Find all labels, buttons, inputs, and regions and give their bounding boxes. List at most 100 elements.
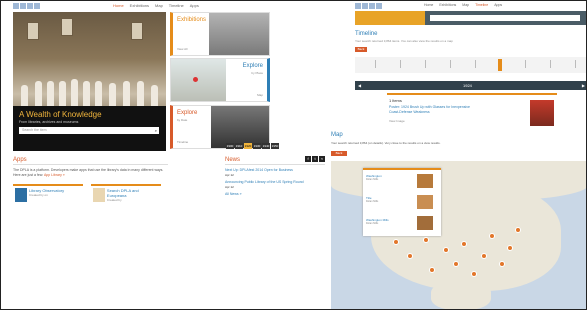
tile-exhibitions[interactable]: Exhibitions View All [170, 12, 270, 56]
logo-block [369, 3, 375, 9]
timeline-title: Timeline [355, 31, 378, 37]
map-cluster-marker[interactable] [515, 227, 521, 233]
event-link[interactable]: Poster: 1924 Brush Up with Glasses for I… [389, 105, 479, 114]
map-cluster-marker[interactable] [443, 247, 449, 253]
nav-exhibitions[interactable]: Exhibitions [130, 3, 149, 8]
app-thumb [93, 188, 105, 202]
decade-button[interactable]: 1900 [226, 143, 234, 149]
tile-more[interactable]: View All [177, 47, 187, 51]
nav-apps[interactable]: Apps [190, 3, 199, 8]
search-placeholder: Search the item [22, 128, 47, 132]
nav-home[interactable]: Home [424, 3, 433, 7]
nav-map[interactable]: Map [462, 3, 469, 7]
decade-button[interactable]: 1950 [271, 143, 279, 149]
news-text: Announcing Public Library of the US Spri… [225, 180, 304, 184]
news-date: Apr 12 [225, 172, 234, 177]
event-thumbnail[interactable] [530, 100, 554, 126]
timeline-selection[interactable] [498, 59, 502, 71]
event-meta[interactable]: View Image [389, 119, 405, 123]
map-cluster-marker[interactable] [453, 261, 459, 267]
map-cluster-marker[interactable] [429, 267, 435, 273]
chevron-left-icon[interactable]: ◀ [358, 83, 361, 88]
map-cluster-marker[interactable] [423, 237, 429, 243]
map-cluster-marker[interactable] [407, 253, 413, 259]
results-map[interactable]: Washington Dolan Mills Title Dolan Mills W… [331, 161, 586, 309]
map-cluster-marker[interactable] [471, 271, 477, 277]
nav-exhibitions[interactable]: Exhibitions [439, 3, 456, 7]
tile-explore-place[interactable]: Explore by Place Map [170, 58, 270, 102]
app-cards: Library Observatory Created by on Search … [13, 184, 168, 209]
popup-item-sub: Dolan Mills [366, 178, 379, 181]
map-cluster-marker[interactable] [461, 241, 467, 247]
news-date: Apr 12 [225, 184, 234, 189]
app-thumb [15, 188, 27, 202]
search-input[interactable]: Search the item ⌕ [19, 127, 159, 134]
facebook-icon[interactable]: f [305, 156, 311, 162]
popup-thumb[interactable] [417, 195, 433, 209]
logo-block [362, 3, 368, 9]
search-input[interactable] [430, 15, 580, 21]
popup-item[interactable]: Washington Mills Dolan Mills [366, 218, 406, 226]
map-cluster-marker[interactable] [507, 245, 513, 251]
tile-label: Exhibitions [177, 17, 207, 23]
site-logo[interactable] [13, 3, 40, 9]
map-cluster-marker[interactable] [481, 253, 487, 259]
map-cluster-marker[interactable] [489, 233, 495, 239]
popup-thumb[interactable] [417, 216, 433, 230]
timeline-tick [475, 60, 476, 68]
nav-map[interactable]: Map [155, 3, 163, 8]
site-logo[interactable] [355, 3, 382, 9]
news-more[interactable]: All News » [225, 192, 325, 197]
app-by: Created by [106, 198, 122, 202]
popup-item-sub: Dolan Mills [366, 200, 379, 203]
nav-apps[interactable]: Apps [494, 3, 502, 7]
logo-block [13, 3, 19, 9]
apps-text-body: The DPLA is a platform. Developers make … [13, 168, 164, 177]
decade-button[interactable]: 1920 [244, 143, 252, 149]
results-page: Home Exhibitions Map Timeline Apps Timel… [329, 1, 586, 309]
apps-text: The DPLA is a platform. Developers make … [13, 168, 168, 178]
popup-item[interactable]: Title Dolan Mills [366, 196, 406, 204]
popup-thumb[interactable] [417, 174, 433, 188]
land-mass [431, 281, 491, 309]
news-item[interactable]: Announcing Public Library of the US Spri… [225, 180, 325, 189]
tile-more[interactable]: Map [257, 93, 263, 97]
nav-timeline[interactable]: Timeline [475, 3, 488, 7]
chevron-right-icon[interactable]: ▶ [582, 83, 585, 88]
news-item[interactable]: Next Up: DPLAfest 2014 Open for Business… [225, 168, 325, 177]
banner-flag [131, 22, 143, 40]
map-cluster-marker[interactable] [393, 239, 399, 245]
logo-block [20, 3, 26, 9]
timeline-tick [450, 60, 451, 68]
map-title: Map [331, 132, 343, 138]
decade-strip: 1900 1910 1920 1930 1940 1950 [226, 143, 279, 149]
banner-flag [27, 22, 39, 40]
map-photo [171, 59, 226, 101]
timeline-bar[interactable] [355, 57, 586, 73]
top-bar: Home Exhibitions Map Timeline Apps [329, 1, 586, 11]
map-pin-icon [193, 77, 198, 82]
decade-button[interactable]: 1940 [262, 143, 270, 149]
search-icon[interactable]: ⌕ [155, 128, 157, 133]
banner-flag [61, 18, 73, 36]
back-button[interactable]: Back [355, 47, 367, 52]
nav-home[interactable]: Home [113, 3, 124, 8]
tile-label: Explore [242, 63, 263, 69]
app-card-text: Library Observatory Created by on [29, 188, 64, 207]
twitter-icon[interactable]: t [312, 156, 318, 162]
decade-button[interactable]: 1910 [235, 143, 243, 149]
popup-item[interactable]: Washington Dolan Mills [366, 174, 406, 182]
nav-timeline[interactable]: Timeline [169, 3, 184, 8]
logo-block [34, 3, 40, 9]
apps-link[interactable]: App Library » [44, 173, 65, 177]
rss-icon[interactable]: ≈ [319, 156, 325, 162]
map-cluster-marker[interactable] [499, 261, 505, 267]
map-subtitle: Your search returned 3,864 (on details).… [331, 141, 441, 145]
app-card[interactable]: Search DPLA and Europeana Created by [91, 184, 161, 209]
back-button[interactable]: Back [331, 151, 347, 156]
app-card[interactable]: Library Observatory Created by on [13, 184, 83, 209]
tile-label: Explore [177, 110, 198, 116]
tile-more[interactable]: Timeline [177, 140, 188, 144]
tractor-photo [209, 13, 269, 55]
decade-button[interactable]: 1930 [253, 143, 261, 149]
